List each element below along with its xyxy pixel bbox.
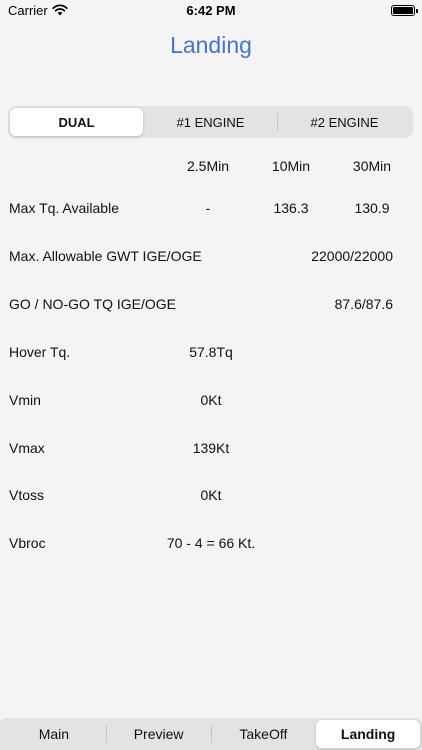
column-header-row: 2.5Min 10Min 30Min: [0, 158, 422, 178]
row-label: Vtoss: [9, 487, 45, 503]
tab-takeoff[interactable]: TakeOff: [212, 720, 316, 748]
row-hover-tq: Hover Tq. 57.8Tq: [0, 344, 422, 364]
max-gwt-value: 22000/22000: [311, 248, 393, 264]
column-header-30min: 30Min: [352, 158, 392, 174]
max-tq-2-5min: -: [205, 200, 211, 216]
row-label: Max Tq. Available: [9, 200, 119, 216]
tab-main[interactable]: Main: [2, 720, 106, 748]
row-label: Vbroc: [9, 535, 46, 551]
row-max-gwt: Max. Allowable GWT IGE/OGE 22000/22000: [0, 248, 422, 268]
page-title: Landing: [170, 32, 252, 58]
row-label: Hover Tq.: [9, 344, 71, 360]
vmin-value: 0Kt: [200, 392, 222, 408]
column-header-10min: 10Min: [271, 158, 311, 174]
row-label: Max. Allowable GWT IGE/OGE: [9, 248, 202, 264]
battery-icon: [391, 5, 418, 16]
max-tq-10min: 136.3: [273, 200, 309, 216]
column-header-2-5min: 2.5Min: [186, 158, 230, 174]
row-vtoss: Vtoss 0Kt: [0, 487, 422, 507]
max-tq-30min: 130.9: [354, 200, 390, 216]
engine-segmented-control[interactable]: DUAL #1 ENGINE #2 ENGINE: [8, 106, 413, 138]
status-bar: Carrier 6:42 PM: [0, 0, 422, 24]
segment-engine-1[interactable]: #1 ENGINE: [144, 108, 277, 136]
row-label: Vmin: [9, 392, 41, 408]
row-vbroc: Vbroc 70 - 4 = 66 Kt.: [0, 535, 422, 555]
tab-landing[interactable]: Landing: [316, 720, 420, 748]
row-vmax: Vmax 139Kt: [0, 440, 422, 460]
segment-engine-2[interactable]: #2 ENGINE: [278, 108, 411, 136]
vtoss-value: 0Kt: [200, 487, 222, 503]
segment-dual[interactable]: DUAL: [10, 108, 143, 136]
vbroc-value: 70 - 4 = 66 Kt.: [166, 535, 256, 551]
vmax-value: 139Kt: [192, 440, 230, 456]
hover-tq-value: 57.8Tq: [189, 344, 233, 360]
row-vmin: Vmin 0Kt: [0, 392, 422, 412]
tab-preview[interactable]: Preview: [107, 720, 211, 748]
row-max-tq: Max Tq. Available - 136.3 130.9: [0, 200, 422, 220]
bottom-tab-bar[interactable]: Main Preview TakeOff Landing: [0, 718, 422, 750]
row-label: GO / NO-GO TQ IGE/OGE: [9, 296, 176, 312]
status-time: 6:42 PM: [186, 3, 236, 18]
row-label: Vmax: [9, 440, 45, 456]
row-go-nogo: GO / NO-GO TQ IGE/OGE 87.6/87.6: [0, 296, 422, 316]
go-nogo-value: 87.6/87.6: [334, 296, 393, 312]
